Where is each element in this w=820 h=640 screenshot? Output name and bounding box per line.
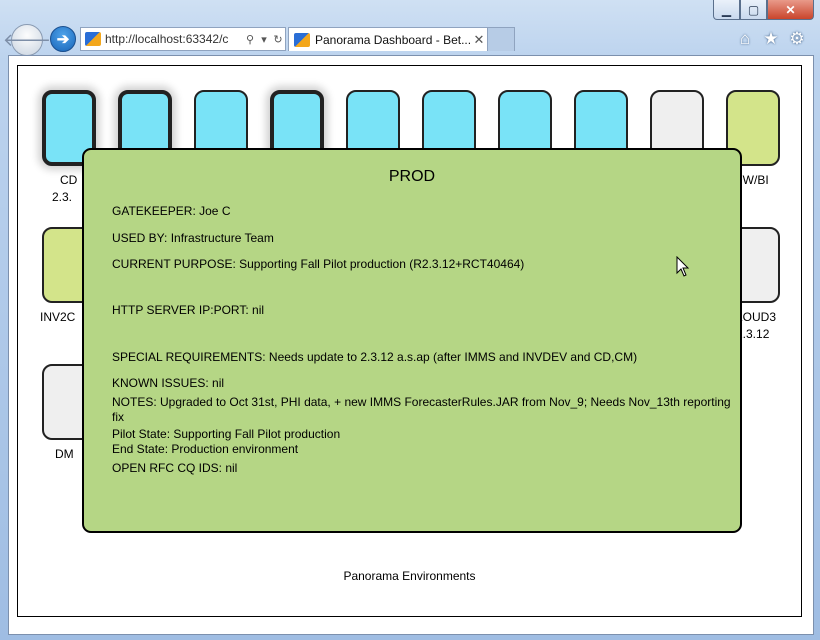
page-viewport: CD 2.3. DW/BI INV2C LOUD3 2.3.12 DM Pano…	[8, 55, 814, 635]
pilot-state-text: Pilot State: Supporting Fall Pilot produ…	[112, 427, 341, 441]
http-server-text: HTTP SERVER IP:PORT: nil	[112, 303, 265, 317]
mouse-cursor-icon	[676, 256, 690, 277]
end-state-text: End State: Production environment	[112, 442, 299, 456]
known-issues-text: KNOWN ISSUES: nil	[112, 376, 225, 390]
back-button[interactable]: 🡐	[3, 24, 51, 56]
env-label-inv2c: INV2C	[40, 310, 76, 324]
search-icon[interactable]: ⚲	[243, 33, 257, 46]
special-requirements-text: SPECIAL REQUIREMENTS: Needs update to 2.…	[112, 350, 638, 364]
env-label-cd: CD 2.3.	[52, 172, 77, 206]
env-label-line: CD	[60, 173, 78, 187]
toolbar-icons: ⌂ ★ ⚙	[736, 29, 806, 49]
dashboard-footer: Panorama Environments	[343, 569, 476, 583]
used-by-text: USED BY: Infrastructure Team	[112, 231, 274, 245]
dashboard-panel: CD 2.3. DW/BI INV2C LOUD3 2.3.12 DM Pano…	[17, 65, 802, 617]
env-label-line: 2.3.	[52, 190, 73, 204]
tab-panorama-dashboard[interactable]: Panorama Dashboard - Bet... ✕	[288, 27, 488, 51]
environment-details-popup: PROD GATEKEEPER: Joe C USED BY: Infrastr…	[82, 148, 742, 533]
tab-title: Panorama Dashboard - Bet...	[315, 32, 471, 47]
refresh-icon[interactable]: ↻	[271, 33, 285, 46]
popup-title: PROD	[388, 168, 436, 185]
forward-arrow-icon: ➔	[56, 31, 70, 48]
notes-text: NOTES: Upgraded to Oct 31st, PHI data, +…	[112, 395, 731, 424]
address-bar[interactable]: http://localhost:63342/c ⚲ ▾ ↻	[80, 27, 286, 51]
env-label-line: LOUD3	[736, 310, 777, 324]
window-controls: ▁ ▢ ✕	[713, 0, 814, 20]
maximize-button[interactable]: ▢	[740, 0, 767, 20]
home-icon[interactable]: ⌂	[736, 29, 754, 49]
env-label-line: 2.3.12	[736, 327, 770, 341]
current-purpose-text: CURRENT PURPOSE: Supporting Fall Pilot p…	[112, 257, 525, 271]
open-rfc-text: OPEN RFC CQ IDS: nil	[112, 461, 238, 475]
favorites-star-icon[interactable]: ★	[762, 29, 780, 49]
tab-favicon-icon	[294, 32, 310, 47]
close-window-button[interactable]: ✕	[767, 0, 814, 20]
forward-button[interactable]: ➔	[50, 26, 76, 52]
site-favicon-icon	[85, 32, 101, 46]
settings-gear-icon[interactable]: ⚙	[788, 29, 806, 49]
new-tab-button[interactable]	[487, 27, 515, 51]
back-arrow-icon: 🡐	[2, 29, 52, 50]
minimize-button[interactable]: ▁	[713, 0, 740, 20]
browser-window: ▁ ▢ ✕ 🡐 ➔ http://localhost:63342/c ⚲ ▾ ↻…	[0, 0, 820, 640]
tab-close-icon[interactable]: ✕	[471, 32, 487, 48]
address-url[interactable]: http://localhost:63342/c	[105, 32, 243, 46]
env-label-cloud3: LOUD3 2.3.12	[736, 309, 776, 343]
gatekeeper-text: GATEKEEPER: Joe C	[112, 204, 231, 218]
dropdown-arrow-icon[interactable]: ▾	[257, 33, 271, 46]
env-label-dm: DM	[55, 447, 74, 461]
